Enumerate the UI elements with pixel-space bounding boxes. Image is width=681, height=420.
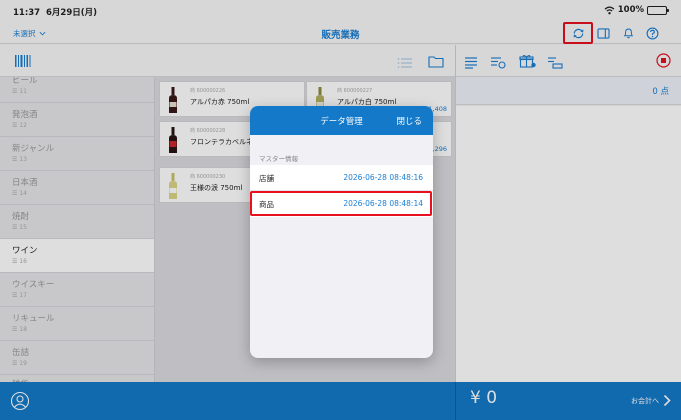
master-updated: 2026-06-28 08:48:16 (343, 173, 423, 182)
data-management-modal: データ管理 閉じる マスター情報 店舗 2026-06-28 08:48:16 … (250, 106, 433, 358)
master-row-store[interactable]: 店舗 2026-06-28 08:48:16 (250, 165, 433, 191)
highlight-frame (250, 191, 432, 216)
section-header: マスター情報 (259, 155, 298, 163)
close-button[interactable]: 閉じる (396, 115, 422, 127)
modal-header: データ管理 閉じる (250, 106, 433, 135)
master-label: 店舗 (259, 174, 274, 183)
device-screen: 11:37 6月29日(月) 100% 未選択 販売業務 ビール ☰ 11 発泡… (0, 0, 681, 420)
